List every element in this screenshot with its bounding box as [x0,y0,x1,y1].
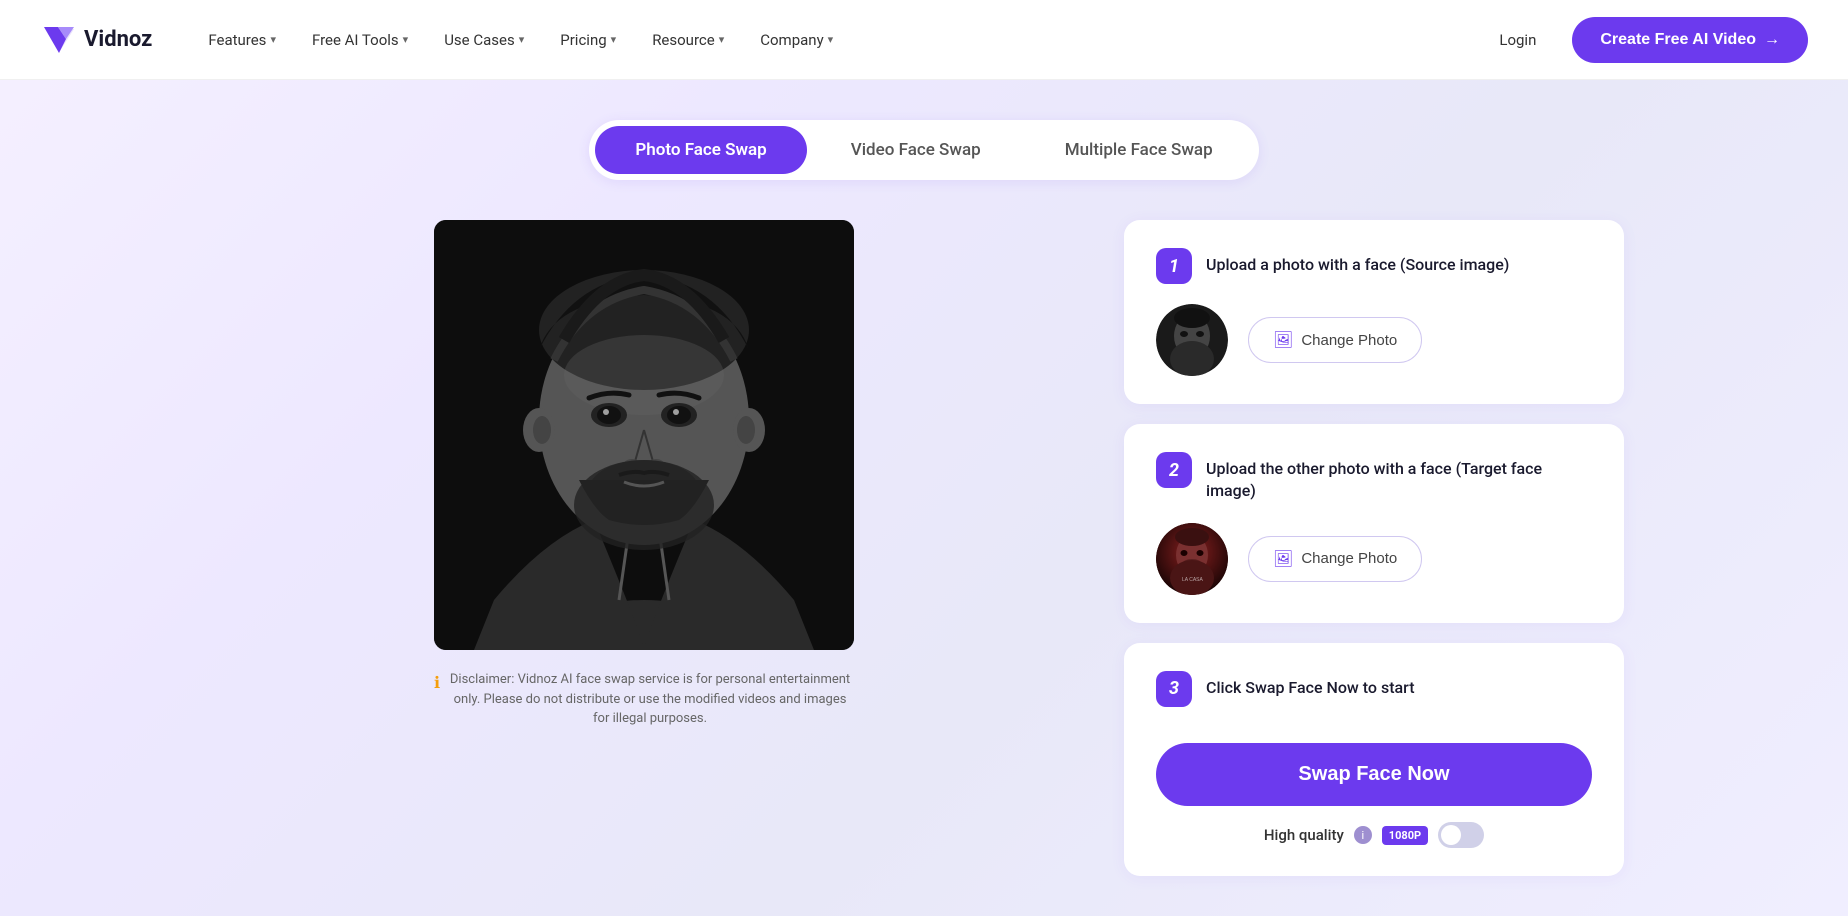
step-3-number: 3 [1156,671,1192,707]
image-icon-2: 🖼 [1273,549,1293,569]
step-2-header: 2 Upload the other photo with a face (Ta… [1156,452,1592,503]
quality-row: High quality i 1080P [1156,822,1592,848]
source-face-avatar [1156,304,1228,376]
tabs-container: Photo Face Swap Video Face Swap Multiple… [60,120,1788,180]
tab-multiple-face-swap[interactable]: Multiple Face Swap [1025,126,1253,174]
step-2-content: LA CASA 🖼 Change Photo [1156,523,1592,595]
disclaimer: ℹ Disclaimer: Vidnoz AI face swap servic… [434,670,854,729]
tab-photo-face-swap[interactable]: Photo Face Swap [595,126,806,174]
logo[interactable]: Vidnoz [40,21,152,59]
target-face-avatar: LA CASA [1156,523,1228,595]
chevron-icon: ▾ [519,33,525,46]
chevron-icon: ▾ [403,33,409,46]
left-panel: ℹ Disclaimer: Vidnoz AI face swap servic… [224,220,1064,729]
step-1-card: 1 Upload a photo with a face (Source ima… [1124,220,1624,404]
step-1-header: 1 Upload a photo with a face (Source ima… [1156,248,1592,284]
quality-info-icon[interactable]: i [1354,826,1372,844]
quality-badge: 1080P [1382,826,1428,845]
change-photo-button-1[interactable]: 🖼 Change Photo [1248,317,1422,363]
nav-pricing[interactable]: Pricing ▾ [544,23,632,57]
step-1-number: 1 [1156,248,1192,284]
chevron-icon: ▾ [270,33,276,46]
svg-text:LA CASA: LA CASA [1182,577,1204,583]
chevron-icon: ▾ [828,33,834,46]
nav-features[interactable]: Features ▾ [192,23,292,57]
step-2-title: Upload the other photo with a face (Targ… [1206,452,1592,503]
nav-free-ai-tools[interactable]: Free AI Tools ▾ [296,23,424,57]
chevron-icon: ▾ [611,33,617,46]
info-circle-icon: ℹ [434,671,440,695]
logo-text: Vidnoz [84,27,152,52]
step-3-title: Click Swap Face Now to start [1206,671,1415,699]
header: Vidnoz Features ▾ Free AI Tools ▾ Use Ca… [0,0,1848,80]
main-content: Photo Face Swap Video Face Swap Multiple… [0,80,1848,916]
swap-face-now-button[interactable]: Swap Face Now [1156,743,1592,806]
nav-company[interactable]: Company ▾ [744,23,849,57]
step-3-card: 3 Click Swap Face Now to start Swap Face… [1124,643,1624,876]
content-area: ℹ Disclaimer: Vidnoz AI face swap servic… [224,220,1624,876]
step-1-title: Upload a photo with a face (Source image… [1206,248,1509,276]
change-photo-button-2[interactable]: 🖼 Change Photo [1248,536,1422,582]
tab-video-face-swap[interactable]: Video Face Swap [811,126,1021,174]
image-icon-1: 🖼 [1273,330,1293,350]
nav-resource[interactable]: Resource ▾ [636,23,740,57]
quality-label: High quality [1264,826,1344,844]
login-button[interactable]: Login [1483,23,1552,57]
step-2-card: 2 Upload the other photo with a face (Ta… [1124,424,1624,623]
header-right: Login Create Free AI Video → [1483,17,1808,63]
chevron-icon: ▾ [719,33,725,46]
create-free-video-button[interactable]: Create Free AI Video → [1572,17,1808,63]
step-3-header: 3 Click Swap Face Now to start [1156,671,1592,723]
right-panel: 1 Upload a photo with a face (Source ima… [1124,220,1624,876]
face-swap-tabs: Photo Face Swap Video Face Swap Multiple… [589,120,1258,180]
arrow-right-icon: → [1764,31,1780,49]
step-2-number: 2 [1156,452,1192,488]
step-1-content: 🖼 Change Photo [1156,304,1592,376]
quality-toggle[interactable] [1438,822,1484,848]
photo-preview [434,220,854,650]
nav-use-cases[interactable]: Use Cases ▾ [428,23,540,57]
main-nav: Features ▾ Free AI Tools ▾ Use Cases ▾ P… [192,23,1483,57]
